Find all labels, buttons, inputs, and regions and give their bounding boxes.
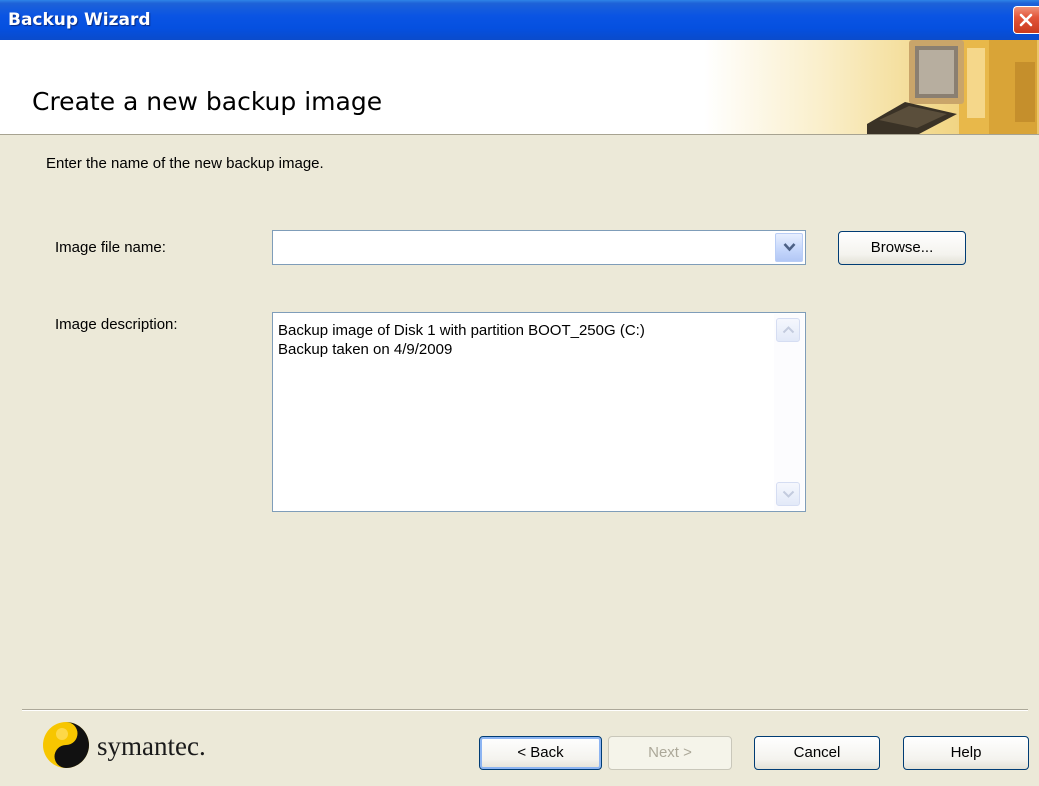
next-button[interactable]: Next > (608, 736, 732, 770)
symantec-logo-icon (43, 722, 89, 768)
cancel-button[interactable]: Cancel (754, 736, 880, 770)
close-button[interactable] (1013, 6, 1039, 34)
backup-wizard-window: Backup Wizard Create a new backup image … (0, 0, 1039, 786)
description-scrollbar[interactable] (774, 314, 804, 510)
footer-divider (22, 709, 1028, 711)
browse-button[interactable]: Browse... (838, 231, 966, 265)
scroll-up-icon (782, 326, 795, 334)
header-divider (0, 134, 1039, 135)
help-button[interactable]: Help (903, 736, 1029, 770)
page-title: Create a new backup image (32, 87, 383, 116)
image-description-text[interactable]: Backup image of Disk 1 with partition BO… (278, 321, 768, 359)
window-title: Backup Wizard (8, 10, 151, 30)
image-file-name-label: Image file name: (55, 239, 166, 256)
image-description-label: Image description: (55, 316, 178, 333)
back-button[interactable]: < Back (479, 736, 602, 770)
close-icon (1019, 13, 1033, 27)
title-bar[interactable]: Backup Wizard (0, 0, 1039, 40)
scroll-down-button[interactable] (776, 482, 800, 506)
scroll-down-icon (782, 490, 795, 498)
symantec-logo: symantec. (40, 718, 260, 772)
symantec-logo-text: symantec. (97, 731, 206, 761)
image-file-name-combobox[interactable] (272, 230, 806, 265)
scroll-up-button[interactable] (776, 318, 800, 342)
image-file-dropdown-button[interactable] (775, 233, 803, 262)
image-description-field[interactable]: Backup image of Disk 1 with partition BO… (272, 312, 806, 512)
instruction-text: Enter the name of the new backup image. (46, 155, 324, 172)
wizard-header: Create a new backup image (0, 40, 1039, 134)
chevron-down-icon (783, 243, 796, 252)
image-file-name-input[interactable] (277, 235, 771, 262)
header-illustration (704, 40, 1039, 134)
computer-illustration-icon (867, 40, 1037, 134)
